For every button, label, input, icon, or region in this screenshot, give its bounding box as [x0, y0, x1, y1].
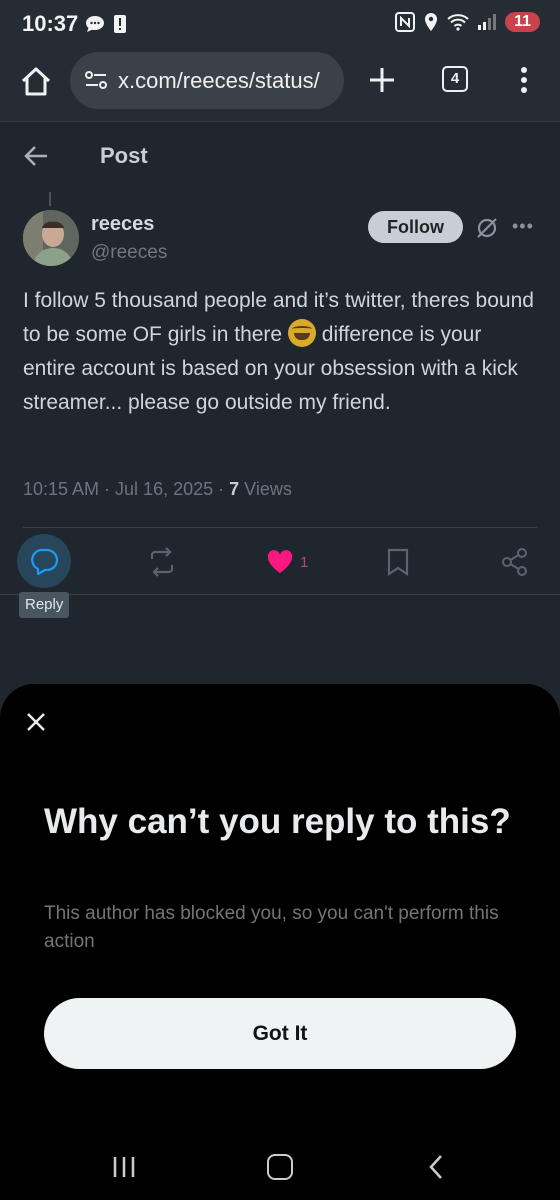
repost-icon[interactable]: [146, 545, 178, 579]
bookmark-icon[interactable]: [386, 545, 410, 579]
like-count: 1: [300, 553, 309, 571]
url-text: x.com/reeces/status/: [118, 68, 320, 93]
divider: [0, 594, 560, 595]
share-icon[interactable]: [501, 545, 529, 579]
reply-tooltip: Reply: [19, 592, 70, 618]
author-handle[interactable]: @reeces: [91, 242, 167, 264]
recents-icon[interactable]: [112, 1155, 136, 1179]
sheet-title: Why can’t you reply to this?: [44, 802, 511, 841]
home-nav-icon[interactable]: [267, 1154, 293, 1180]
reply-icon[interactable]: [29, 547, 59, 575]
more-options-icon[interactable]: •••: [512, 216, 534, 237]
kebab-menu-icon[interactable]: [512, 64, 536, 96]
author-display-name[interactable]: reeces: [91, 213, 154, 236]
close-icon[interactable]: [24, 710, 48, 734]
page-title: Post: [100, 143, 148, 168]
divider: [23, 527, 537, 528]
status-right: 11: [395, 12, 540, 32]
site-settings-icon[interactable]: [84, 70, 108, 90]
status-bar: 10:37 11: [0, 0, 560, 50]
views-label: Views: [239, 479, 292, 499]
system-nav-bar: [0, 1140, 560, 1200]
back-nav-icon[interactable]: [427, 1154, 445, 1180]
post-timestamp[interactable]: 10:15 AM · Jul 16, 2025 ·: [23, 479, 229, 499]
like-button[interactable]: 1: [266, 545, 308, 579]
tab-switcher-button[interactable]: 4: [442, 66, 468, 92]
home-icon[interactable]: [18, 64, 54, 100]
grok-icon[interactable]: [474, 215, 500, 241]
post-meta: 10:15 AM · Jul 16, 2025 · 7 Views: [23, 479, 292, 500]
alert-icon: [114, 15, 126, 33]
laughing-crying-emoji-icon: [287, 319, 316, 347]
chat-bubble-icon: [86, 16, 104, 32]
battery-indicator: 11: [505, 12, 540, 32]
post-text: I follow 5 thousand people and it’s twit…: [23, 284, 538, 420]
location-icon: [425, 13, 438, 31]
thread-line: [49, 192, 51, 206]
back-arrow-icon[interactable]: [22, 142, 50, 170]
notification-icons: [84, 13, 128, 35]
nfc-icon: [395, 12, 416, 32]
avatar-image: [23, 210, 79, 266]
blocked-reply-sheet: Why can’t you reply to this? This author…: [0, 684, 560, 1200]
sheet-body: This author has blocked you, so you can'…: [44, 903, 499, 952]
follow-button[interactable]: Follow: [368, 211, 463, 243]
browser-toolbar: x.com/reeces/status/ 4: [0, 50, 560, 122]
heart-icon: [267, 550, 293, 573]
wifi-icon: [447, 14, 469, 31]
views-count: 7: [229, 479, 240, 499]
signal-icon: [478, 14, 497, 30]
got-it-button[interactable]: Got It: [44, 998, 516, 1069]
new-tab-icon[interactable]: [364, 62, 400, 98]
avatar[interactable]: [23, 210, 79, 266]
status-time: 10:37: [22, 11, 79, 36]
address-bar[interactable]: x.com/reeces/status/: [70, 52, 344, 109]
